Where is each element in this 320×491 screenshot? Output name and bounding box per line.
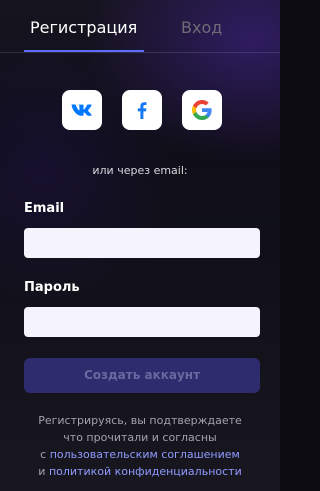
- vk-login-button[interactable]: [62, 90, 102, 130]
- password-label: Пароль: [24, 280, 80, 295]
- create-account-button[interactable]: Создать аккаунт: [24, 358, 260, 393]
- email-field[interactable]: [24, 228, 260, 258]
- legal-prefix: с: [40, 448, 50, 461]
- active-tab-indicator: [24, 50, 144, 52]
- privacy-policy-link[interactable]: политикой конфиденциальности: [49, 465, 242, 478]
- facebook-icon: [137, 102, 147, 119]
- social-login-row: [0, 90, 280, 130]
- facebook-login-button[interactable]: [122, 90, 162, 130]
- user-agreement-link[interactable]: пользовательским соглашением: [50, 448, 240, 461]
- vk-icon: [71, 104, 92, 116]
- email-divider-text: или через email:: [92, 164, 188, 177]
- google-icon: [192, 100, 212, 120]
- password-field[interactable]: [24, 307, 260, 337]
- legal-line-2: что прочитали и согласны: [63, 431, 217, 444]
- legal-notice: Регистрируясь, вы подтверждаете что проч…: [10, 412, 270, 480]
- auth-tabs: Регистрация Вход: [0, 0, 280, 53]
- registration-panel: Регистрация Вход или через email: Email …: [0, 0, 280, 491]
- legal-conjunction: и: [38, 465, 49, 478]
- email-label: Email: [24, 201, 65, 216]
- legal-line-1: Регистрируясь, вы подтверждаете: [38, 414, 242, 427]
- google-login-button[interactable]: [182, 90, 222, 130]
- tab-register[interactable]: Регистрация: [30, 18, 137, 38]
- tab-login[interactable]: Вход: [181, 18, 222, 38]
